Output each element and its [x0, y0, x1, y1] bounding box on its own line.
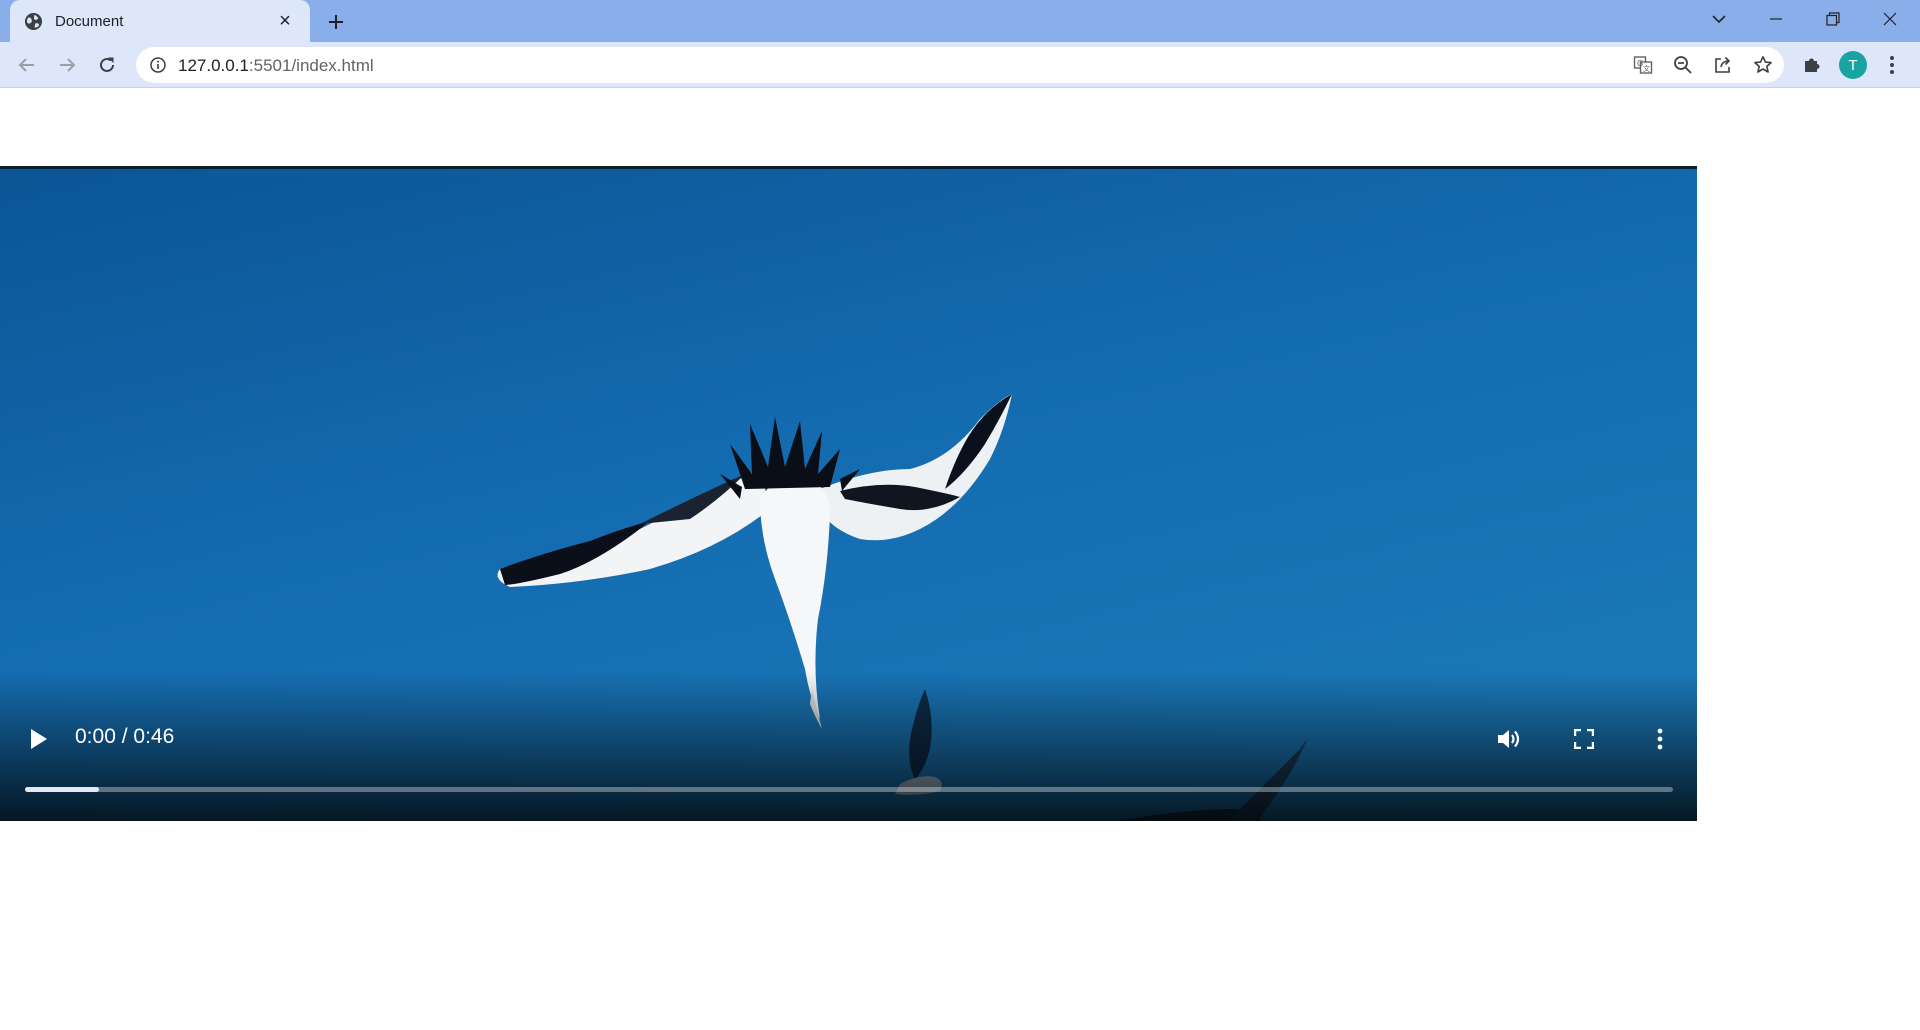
tab-search-button[interactable]	[1691, 0, 1747, 38]
translate-icon: G 文	[1633, 56, 1653, 74]
svg-text:文: 文	[1643, 64, 1650, 73]
zoom-icon	[1674, 56, 1692, 74]
info-icon[interactable]	[150, 57, 166, 73]
minimize-button[interactable]	[1748, 0, 1804, 38]
new-tab-button[interactable]	[322, 8, 350, 36]
kebab-menu-icon	[1890, 56, 1894, 74]
plus-icon	[329, 15, 343, 29]
url-text: 127.0.0.1:5501/index.html	[178, 56, 374, 76]
puzzle-icon	[1805, 58, 1820, 72]
current-time: 0:00	[75, 725, 116, 748]
close-window-button[interactable]	[1862, 0, 1918, 38]
page-content: 0:00 / 0:46	[0, 89, 1920, 1030]
video-player[interactable]: 0:00 / 0:46	[0, 166, 1697, 821]
minimize-icon	[1770, 18, 1782, 20]
zoom-button[interactable]	[1669, 51, 1697, 79]
volume-button[interactable]	[1492, 722, 1526, 756]
restore-button[interactable]	[1805, 0, 1861, 38]
bookmark-button[interactable]	[1749, 51, 1777, 79]
restore-icon	[1826, 12, 1840, 26]
arrow-left-icon	[18, 58, 34, 72]
reload-icon	[100, 57, 114, 72]
translate-button[interactable]: G 文	[1629, 51, 1657, 79]
tab-title: Document	[55, 12, 124, 30]
share-button[interactable]	[1709, 51, 1737, 79]
more-options-icon	[1657, 728, 1663, 750]
share-icon	[1715, 56, 1731, 73]
fullscreen-button[interactable]	[1567, 722, 1601, 756]
volume-icon	[1498, 730, 1520, 748]
browser-tab[interactable]: Document ×	[10, 0, 310, 42]
browser-toolbar: 127.0.0.1:5501/index.html G 文 T	[0, 42, 1920, 88]
extensions-button[interactable]	[1798, 51, 1826, 79]
close-icon	[1883, 12, 1897, 26]
url-host: 127.0.0.1	[178, 56, 249, 75]
progress-bar[interactable]	[25, 787, 1673, 792]
arrow-right-icon	[60, 58, 76, 72]
browser-menu-button[interactable]	[1878, 51, 1906, 79]
more-options-button[interactable]	[1643, 722, 1677, 756]
duration: 0:46	[133, 725, 175, 748]
url-path: :5501/index.html	[248, 56, 374, 75]
time-display: 0:00 / 0:46	[75, 725, 174, 749]
tab-strip: Document ×	[0, 0, 1920, 42]
time-separator: /	[115, 725, 134, 748]
progress-buffered	[25, 787, 100, 792]
play-icon	[31, 729, 47, 749]
back-button[interactable]	[11, 49, 43, 81]
forward-button[interactable]	[51, 49, 83, 81]
bookmark-star-icon	[1754, 56, 1772, 73]
profile-avatar[interactable]: T	[1839, 51, 1867, 79]
play-button[interactable]	[22, 722, 56, 756]
close-tab-button[interactable]: ×	[274, 10, 296, 32]
globe-icon	[24, 12, 43, 30]
reload-button[interactable]	[91, 49, 123, 81]
tab-search-icon	[1712, 15, 1726, 24]
fullscreen-icon	[1574, 729, 1594, 749]
controls-overlay	[0, 671, 1697, 821]
address-bar[interactable]: 127.0.0.1:5501/index.html G 文	[136, 47, 1784, 83]
